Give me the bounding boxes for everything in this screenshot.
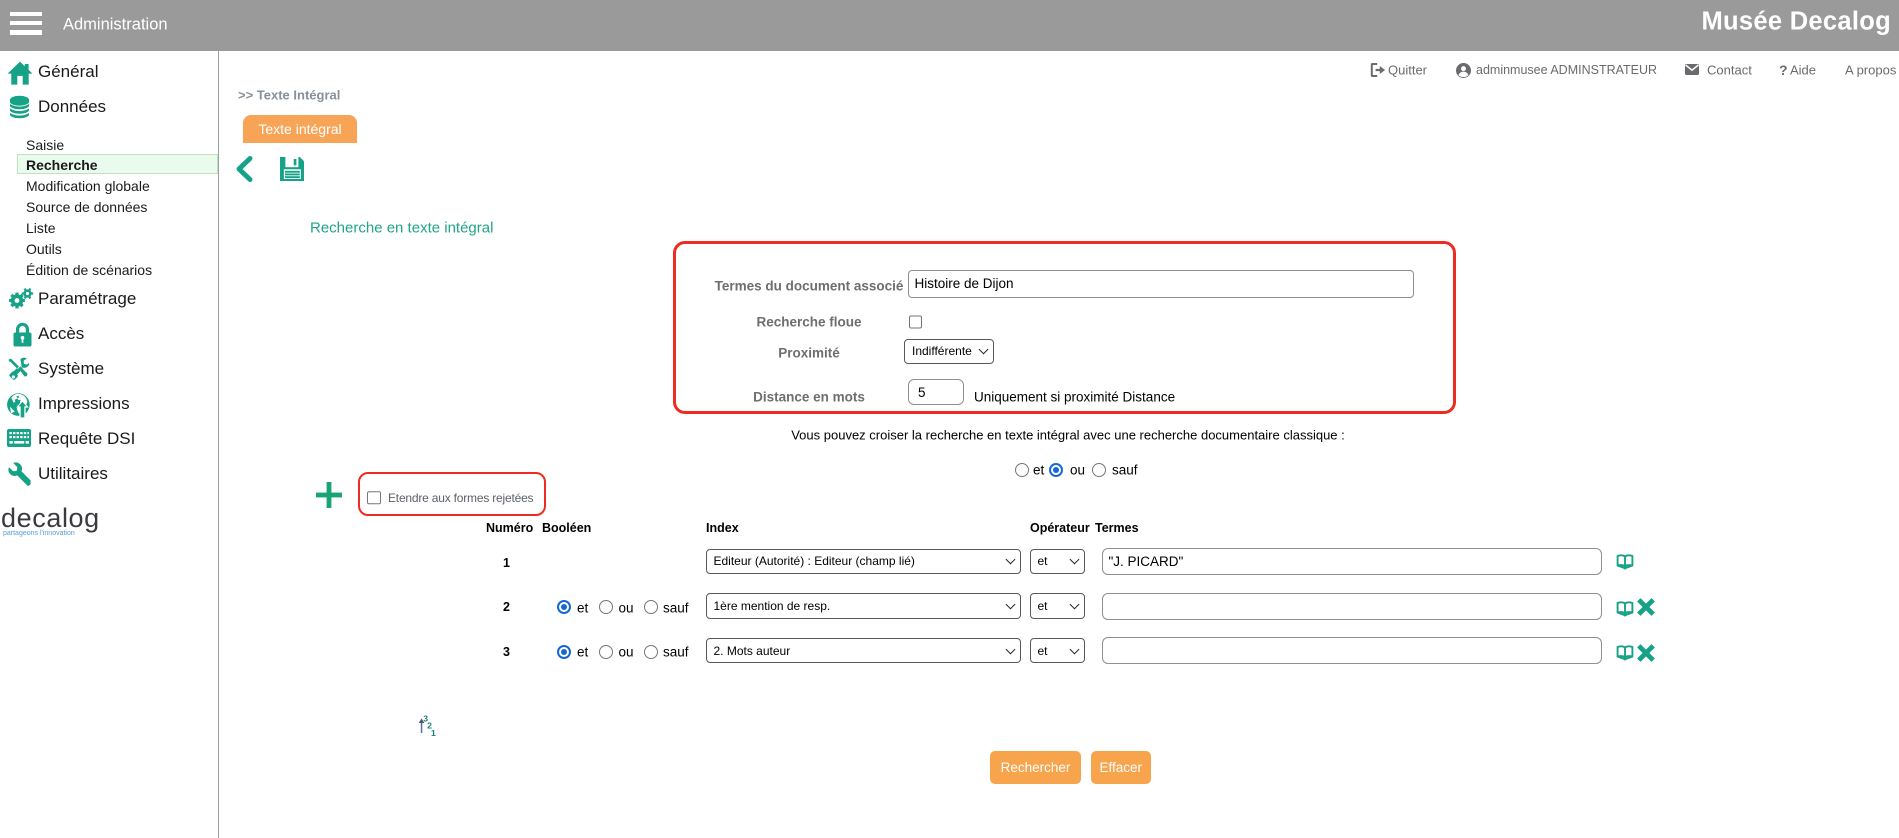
svg-text:1: 1 [431,728,436,738]
